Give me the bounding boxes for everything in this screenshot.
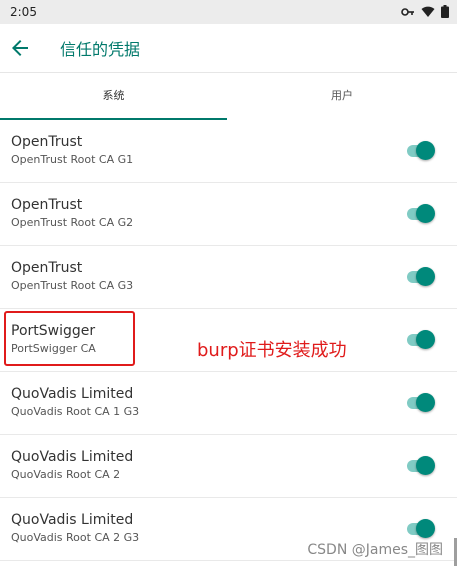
certificate-title: QuoVadis Limited (11, 449, 134, 465)
highlight-box (4, 311, 135, 366)
certificate-subtitle: QuoVadis Root CA 1 G3 (11, 405, 140, 418)
page-title: 信任的凭据 (60, 40, 141, 59)
certificate-subtitle: QuoVadis Root CA 2 G3 (11, 531, 140, 544)
certificate-subtitle: OpenTrust Root CA G1 (11, 153, 134, 166)
list-item[interactable]: OpenTrust OpenTrust Root CA G1 (0, 120, 457, 183)
certificate-title: OpenTrust (11, 134, 83, 150)
enable-switch[interactable] (407, 141, 435, 161)
enable-switch[interactable] (407, 204, 435, 224)
status-time: 2:05 (10, 5, 37, 19)
certificate-title: OpenTrust (11, 260, 83, 276)
status-icons (401, 5, 449, 18)
enable-switch[interactable] (407, 519, 435, 539)
certificate-title: QuoVadis Limited (11, 512, 134, 528)
tab-user[interactable]: 用户 (227, 73, 457, 121)
enable-switch[interactable] (407, 330, 435, 350)
list-item[interactable]: QuoVadis Limited QuoVadis Root CA 1 G3 (0, 372, 457, 435)
certificate-subtitle: OpenTrust Root CA G2 (11, 216, 134, 229)
enable-switch[interactable] (407, 267, 435, 287)
certificate-title: OpenTrust (11, 197, 83, 213)
tab-bar: 系统 用户 (0, 72, 457, 120)
enable-switch[interactable] (407, 393, 435, 413)
list-item[interactable]: OpenTrust OpenTrust Root CA G2 (0, 183, 457, 246)
enable-switch[interactable] (407, 456, 435, 476)
battery-icon (441, 5, 449, 18)
list-item[interactable]: OpenTrust OpenTrust Root CA G3 (0, 246, 457, 309)
app-bar: 信任的凭据 (0, 24, 457, 72)
certificate-subtitle: QuoVadis Root CA 2 (11, 468, 121, 481)
arrow-back-icon[interactable] (8, 36, 32, 60)
annotation-label: burp证书安装成功 (197, 340, 347, 361)
certificate-subtitle: OpenTrust Root CA G3 (11, 279, 134, 292)
tab-system[interactable]: 系统 (0, 73, 227, 121)
wifi-icon (421, 6, 435, 18)
list-item[interactable]: QuoVadis Limited QuoVadis Root CA 2 (0, 435, 457, 498)
key-icon (401, 7, 415, 17)
status-bar: 2:05 (0, 0, 457, 24)
watermark: CSDN @James_图图 (307, 542, 443, 558)
certificate-title: QuoVadis Limited (11, 386, 134, 402)
